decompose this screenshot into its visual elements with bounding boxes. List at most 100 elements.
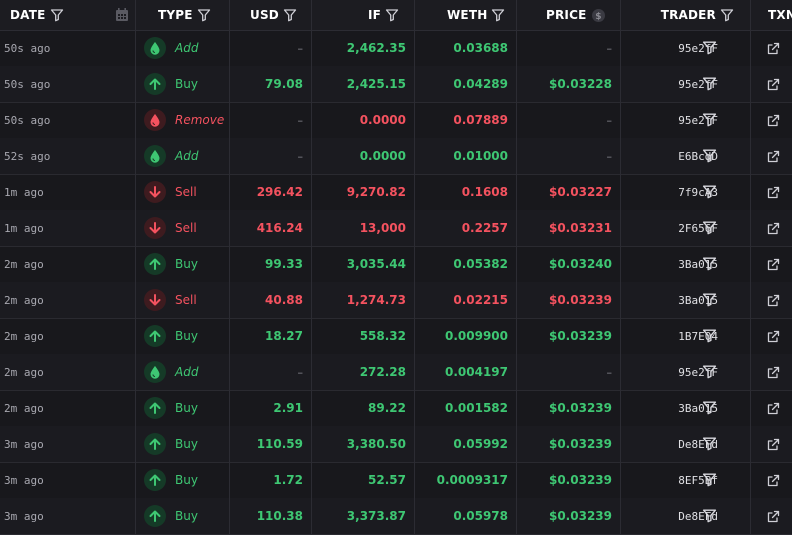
header-usd[interactable]: USD [230,0,312,30]
txn-cell [751,282,792,318]
dollar-toggle-icon[interactable]: $ [591,8,606,23]
price-cell-value: $0.03239 [548,329,612,343]
weth-cell-value: 0.004197 [444,365,508,379]
type-cell: Buy [136,390,230,426]
filter-icon[interactable] [702,148,717,167]
price-cell-value: $0.03231 [548,221,612,235]
external-link-icon[interactable] [767,150,780,163]
filter-icon[interactable] [702,184,717,203]
external-link-icon[interactable] [767,330,780,343]
external-link-icon[interactable] [767,438,780,451]
trader-cell: 3Ba015 [621,282,751,318]
trader-cell: 1B7E04 [621,318,751,354]
table-row: 3m ago Buy 110.38 3,373.87 0.05978 $0.03239 De… [0,498,792,535]
date-cell: 1m ago [0,210,136,246]
filter-icon[interactable] [702,472,717,491]
type-value: Buy [175,77,198,91]
if-cell: 0.0000 [312,102,415,138]
header-type[interactable]: TYPE [136,0,230,30]
weth-cell: 0.03688 [415,30,517,66]
external-link-icon[interactable] [767,366,780,379]
table-row: 2m ago Buy 99.33 3,035.44 0.05382 $0.03240 3Ba… [0,246,792,283]
weth-cell: 0.1608 [415,174,517,210]
type-value: Buy [175,437,198,451]
table-row: 50s ago Remove –0.0000 0.07889–95e2fF [0,102,792,139]
filter-icon[interactable] [702,220,717,239]
usd-cell-value: 296.42 [256,185,303,199]
filter-icon[interactable] [491,8,505,22]
external-link-icon[interactable] [767,114,780,127]
filter-icon[interactable] [702,76,717,95]
type-cell: Buy [136,498,230,534]
if-cell: 2,462.35 [312,30,415,66]
usd-cell: 110.38 [230,498,312,534]
type-value: Buy [175,473,198,487]
external-link-icon[interactable] [767,222,780,235]
filter-icon[interactable] [702,364,717,383]
price-cell-value: $0.03239 [548,473,612,487]
header-trader-label: TRADER [660,8,716,22]
arrow-up-icon [144,469,166,491]
weth-cell: 0.004197 [415,354,517,390]
filter-icon[interactable] [385,8,399,22]
price-cell-value: – [606,365,613,379]
external-link-icon[interactable] [767,78,780,91]
filter-icon[interactable] [50,8,64,22]
external-link-icon[interactable] [767,186,780,199]
arrow-down-icon [144,289,166,311]
type-value: Add [175,41,199,55]
type-value: Buy [175,257,198,271]
external-link-icon[interactable] [767,42,780,55]
filter-icon[interactable] [720,8,734,22]
filter-icon[interactable] [702,256,717,275]
arrow-up-icon [144,433,166,455]
price-cell: $0.03239 [517,390,621,426]
filter-icon[interactable] [197,8,211,22]
header-price[interactable]: PRICE $ [517,0,621,30]
type-value: Add [175,365,199,379]
price-cell-value: – [606,41,613,55]
if-cell: 272.28 [312,354,415,390]
arrow-up-icon [144,397,166,419]
price-cell-value: $0.03239 [548,509,612,523]
header-txn: TXN [751,0,792,30]
header-trader[interactable]: TRADER [621,0,751,30]
filter-icon[interactable] [702,508,717,527]
filter-icon[interactable] [283,8,297,22]
external-link-icon[interactable] [767,258,780,271]
trader-cell: De8EFd [621,498,751,534]
if-cell-value: 558.32 [359,329,406,343]
liquidity-drop-icon [144,361,166,383]
price-cell: $0.03240 [517,246,621,282]
date-value: 2m ago [4,401,44,415]
filter-icon[interactable] [702,436,717,455]
txn-cell [751,498,792,534]
if-cell-value: 0.0000 [359,113,406,127]
header-if[interactable]: IF [312,0,415,30]
calendar-icon[interactable] [115,7,129,25]
external-link-icon[interactable] [767,294,780,307]
txn-cell [751,426,792,462]
filter-icon[interactable] [702,112,717,131]
usd-cell-value: – [297,41,304,55]
header-weth[interactable]: WETH [415,0,517,30]
filter-icon[interactable] [702,40,717,59]
if-cell-value: 0.0000 [359,149,406,163]
header-price-label: PRICE [546,8,587,22]
price-cell: – [517,138,621,174]
external-link-icon[interactable] [767,510,780,523]
filter-icon[interactable] [702,400,717,419]
usd-cell-value: 416.24 [256,221,303,235]
header-date[interactable]: DATE [0,0,136,30]
date-cell: 2m ago [0,354,136,390]
external-link-icon[interactable] [767,402,780,415]
filter-icon[interactable] [702,292,717,311]
external-link-icon[interactable] [767,474,780,487]
weth-cell: 0.0009317 [415,462,517,498]
weth-cell-value: 0.001582 [444,401,508,415]
filter-icon[interactable] [702,328,717,347]
weth-cell: 0.05978 [415,498,517,534]
if-cell-value: 2,425.15 [346,77,406,91]
header-weth-label: WETH [447,8,488,22]
table-row: 50s ago Add –2,462.35 0.03688–95e2fF [0,30,792,67]
